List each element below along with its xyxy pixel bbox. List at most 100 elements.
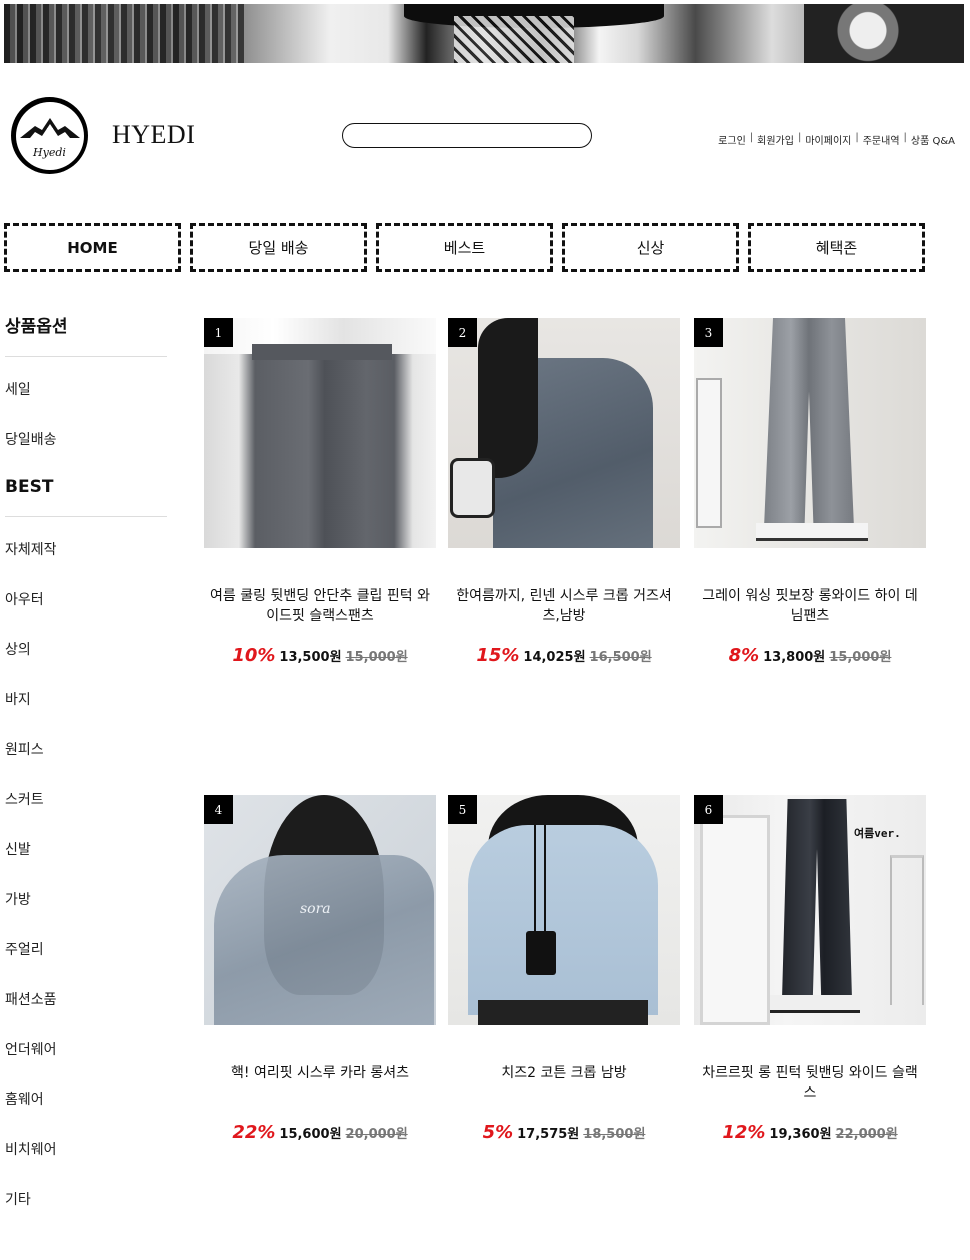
sale-price: 13,800원 <box>763 650 826 665</box>
sidebar-item-skirt[interactable]: 스커트 <box>5 783 167 833</box>
product-image[interactable]: 6 여름ver. <box>694 795 926 1025</box>
discount-rate: 12% <box>722 1122 766 1143</box>
mypage-link[interactable]: 마이페이지 <box>801 132 855 147</box>
product-image[interactable]: 3 <box>694 318 926 548</box>
sidebar-item-shoes[interactable]: 신발 <box>5 833 167 883</box>
sidebar-item-pants[interactable]: 바지 <box>5 683 167 733</box>
product-name[interactable]: 치즈2 코튼 크롭 남방 <box>448 1063 680 1103</box>
product-price: 5% 17,575원 18,500원 <box>448 1122 680 1143</box>
login-link[interactable]: 로그인 <box>714 132 750 147</box>
brand-logo[interactable]: Hyedi <box>11 97 88 174</box>
sidebar-heading-options: 상품옵션 <box>5 313 167 357</box>
nav-best[interactable]: 베스트 <box>376 223 553 272</box>
image-waistband <box>252 344 392 360</box>
discount-rate: 15% <box>476 645 520 666</box>
product-price: 8% 13,800원 15,000원 <box>694 645 926 666</box>
product-price: 15% 14,025원 16,500원 <box>448 645 680 666</box>
product-price: 22% 15,600원 20,000원 <box>204 1122 436 1143</box>
product-name[interactable]: 한여름까지, 린넨 시스루 크롭 거즈셔츠,남방 <box>448 586 680 626</box>
nav-new[interactable]: 신상 <box>562 223 739 272</box>
product-name[interactable]: 그레이 워싱 핏보장 롱와이드 하이 데님팬츠 <box>694 586 926 626</box>
product-card[interactable]: 2 한여름까지, 린넨 시스루 크롭 거즈셔츠,남방 15% 14,025원 16,… <box>448 318 680 666</box>
image-hair <box>478 318 538 478</box>
discount-rate: 22% <box>232 1122 276 1143</box>
rank-badge: 2 <box>448 318 477 347</box>
discount-rate: 10% <box>232 645 276 666</box>
sidebar-item-underwear[interactable]: 언더웨어 <box>5 1033 167 1083</box>
product-name[interactable]: 차르르핏 롱 핀턱 뒷밴딩 와이드 슬랙스 <box>694 1063 926 1103</box>
original-price: 15,000원 <box>829 650 892 665</box>
image-door <box>700 815 770 1025</box>
image-jeans <box>764 318 854 528</box>
sidebar-heading-best: BEST <box>5 473 167 517</box>
product-card[interactable]: 6 여름ver. 차르르핏 롱 핀턱 뒷밴딩 와이드 슬랙스 12% 19,360… <box>694 795 926 1143</box>
logo-text: Hyedi <box>33 145 66 159</box>
image-chair <box>696 378 722 528</box>
image-shoes <box>756 523 868 541</box>
top-banner-image[interactable] <box>4 4 964 63</box>
house-roof-icon <box>19 117 80 138</box>
product-card[interactable]: 5 치즈2 코튼 크롭 남방 5% 17,575원 18,500원 <box>448 795 680 1143</box>
nav-home[interactable]: HOME <box>4 223 181 272</box>
image-shoes <box>770 995 860 1013</box>
product-image[interactable]: 4 sora <box>204 795 436 1025</box>
nav-benefits[interactable]: 혜택존 <box>748 223 925 272</box>
sale-price: 13,500원 <box>279 650 342 665</box>
image-skirt <box>478 1000 648 1025</box>
product-image[interactable]: 2 <box>448 318 680 548</box>
top-links: 로그인 | 회원가입 | 마이페이지 | 주문내역 | 상품 Q&A <box>714 132 959 147</box>
sidebar-item-dress[interactable]: 원피스 <box>5 733 167 783</box>
rank-badge: 5 <box>448 795 477 824</box>
sidebar-item-top[interactable]: 상의 <box>5 633 167 683</box>
sidebar-item-sale[interactable]: 세일 <box>5 373 167 423</box>
image-bag <box>450 458 495 518</box>
original-price: 16,500원 <box>589 650 652 665</box>
image-card-holder <box>526 931 556 975</box>
sale-price: 14,025원 <box>523 650 586 665</box>
rank-badge: 1 <box>204 318 233 347</box>
product-card[interactable]: 4 sora 핵! 여리핏 시스루 카라 롱셔츠 22% 15,600원 20,00… <box>204 795 436 1143</box>
image-watermark: sora <box>300 901 331 917</box>
banner-fishnet-pattern <box>454 16 574 63</box>
sale-price: 15,600원 <box>279 1127 342 1142</box>
banner-portrait <box>804 4 964 63</box>
signup-link[interactable]: 회원가입 <box>753 132 798 147</box>
image-shirt <box>214 855 434 1025</box>
product-card[interactable]: 3 그레이 워싱 핏보장 롱와이드 하이 데님팬츠 8% 13,800원 15,00… <box>694 318 926 666</box>
rank-badge: 3 <box>694 318 723 347</box>
image-caption: 여름ver. <box>854 827 901 840</box>
image-lanyard <box>534 825 546 935</box>
product-price: 10% 13,500원 15,000원 <box>204 645 436 666</box>
sidebar-item-jewelry[interactable]: 주얼리 <box>5 933 167 983</box>
product-image[interactable]: 5 <box>448 795 680 1025</box>
banner-street-scene <box>4 4 244 63</box>
qna-link[interactable]: 상품 Q&A <box>907 132 959 147</box>
product-price: 12% 19,360원 22,000원 <box>694 1122 926 1143</box>
search-input[interactable] <box>342 123 592 148</box>
sidebar-item-accessories[interactable]: 패션소품 <box>5 983 167 1033</box>
nav-same-day[interactable]: 당일 배송 <box>190 223 367 272</box>
sidebar-item-outer[interactable]: 아우터 <box>5 583 167 633</box>
sidebar-item-own-made[interactable]: 자체제작 <box>5 533 167 583</box>
original-price: 22,000원 <box>835 1127 898 1142</box>
sidebar-item-homewear[interactable]: 홈웨어 <box>5 1083 167 1133</box>
discount-rate: 5% <box>482 1122 514 1143</box>
brand-name[interactable]: HYEDI <box>112 120 195 150</box>
product-name[interactable]: 핵! 여리핏 시스루 카라 롱셔츠 <box>204 1063 436 1103</box>
image-pants <box>782 799 852 999</box>
product-name[interactable]: 여름 쿨링 뒷밴딩 안단추 클립 핀턱 와이드핏 슬랙스팬츠 <box>204 586 436 626</box>
product-image[interactable]: 1 <box>204 318 436 548</box>
sidebar-item-bag[interactable]: 가방 <box>5 883 167 933</box>
image-shirt <box>468 825 658 1015</box>
sidebar-item-same-day[interactable]: 당일배송 <box>5 423 167 473</box>
main-nav: HOME 당일 배송 베스트 신상 혜택존 <box>4 223 925 272</box>
image-stool <box>890 855 924 1005</box>
sidebar-item-beachwear[interactable]: 비치웨어 <box>5 1133 167 1183</box>
sidebar-item-etc[interactable]: 기타 <box>5 1183 167 1233</box>
discount-rate: 8% <box>728 645 760 666</box>
logo-inner: Hyedi <box>15 101 84 170</box>
sidebar: 상품옵션 세일 당일배송 BEST 자체제작 아우터 상의 바지 원피스 스커트… <box>5 313 167 1233</box>
product-card[interactable]: 1 여름 쿨링 뒷밴딩 안단추 클립 핀턱 와이드핏 슬랙스팬츠 10% 13,5… <box>204 318 436 666</box>
sale-price: 17,575원 <box>517 1127 580 1142</box>
orders-link[interactable]: 주문내역 <box>859 132 904 147</box>
